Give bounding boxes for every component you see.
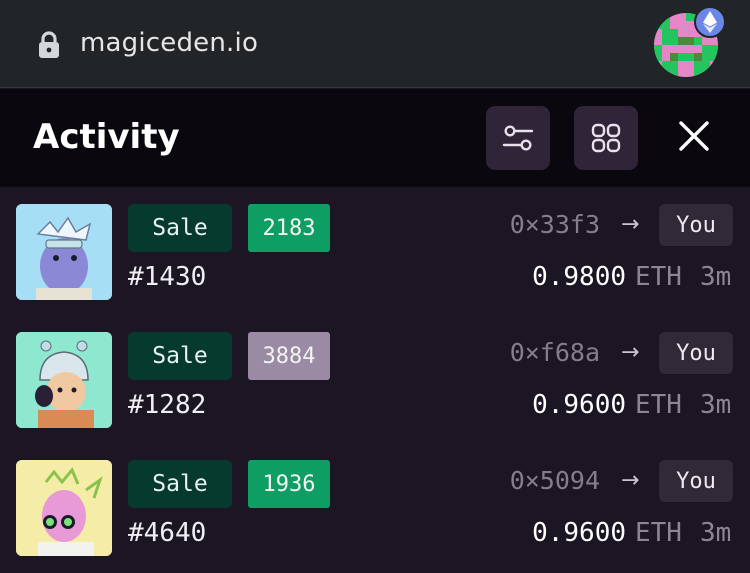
token-id[interactable]: #1282 <box>128 390 206 420</box>
price-currency: ETH <box>635 518 682 548</box>
nft-thumbnail[interactable] <box>16 460 112 556</box>
arrow-right-icon: → <box>621 340 640 365</box>
sale-type-badge: Sale <box>128 460 232 508</box>
to-address-badge[interactable]: You <box>659 332 733 374</box>
filter-sliders-icon <box>502 125 534 151</box>
price-value: 0.9600 <box>532 518 626 548</box>
filter-button[interactable] <box>486 106 550 170</box>
from-address[interactable]: 0×f68a <box>510 338 600 367</box>
arrow-right-icon: → <box>621 468 640 493</box>
lock-icon <box>39 31 59 58</box>
browser-url-bar[interactable]: magiceden.io <box>0 0 750 88</box>
time-ago: 3m <box>700 518 732 548</box>
time-ago: 3m <box>700 262 732 292</box>
to-address-badge[interactable]: You <box>659 204 733 246</box>
from-address[interactable]: 0×5094 <box>510 466 600 495</box>
rarity-rank-badge: 3884 <box>248 332 330 380</box>
price-currency: ETH <box>635 390 682 420</box>
sale-type-badge: Sale <box>128 204 232 252</box>
url-text[interactable]: magiceden.io <box>80 28 258 58</box>
price-value: 0.9600 <box>532 390 626 420</box>
rarity-rank-badge: 2183 <box>248 204 330 252</box>
token-id[interactable]: #1430 <box>128 262 206 292</box>
price-value: 0.9800 <box>532 262 626 292</box>
close-icon <box>679 121 709 151</box>
from-address[interactable]: 0×33f3 <box>510 210 600 239</box>
token-id[interactable]: #4640 <box>128 518 206 548</box>
activity-row[interactable]: Sale 3884 #1282 0×f68a → You 0.9600 ETH … <box>0 316 750 444</box>
close-button[interactable] <box>672 114 716 158</box>
time-ago: 3m <box>700 390 732 420</box>
nft-thumbnail[interactable] <box>16 332 112 428</box>
activity-row[interactable]: Sale 2183 #1430 0×33f3 → You 0.9800 ETH … <box>0 188 750 316</box>
ethereum-icon <box>694 6 726 38</box>
price-currency: ETH <box>635 262 682 292</box>
page-title: Activity <box>33 117 180 157</box>
rarity-rank-badge: 1936 <box>248 460 330 508</box>
activity-row[interactable]: Sale 1936 #4640 0×5094 → You 0.9600 ETH … <box>0 444 750 572</box>
to-address-badge[interactable]: You <box>659 460 733 502</box>
sale-type-badge: Sale <box>128 332 232 380</box>
grid-icon <box>591 123 621 153</box>
nft-thumbnail[interactable] <box>16 204 112 300</box>
arrow-right-icon: → <box>621 212 640 237</box>
grid-view-button[interactable] <box>574 106 638 170</box>
